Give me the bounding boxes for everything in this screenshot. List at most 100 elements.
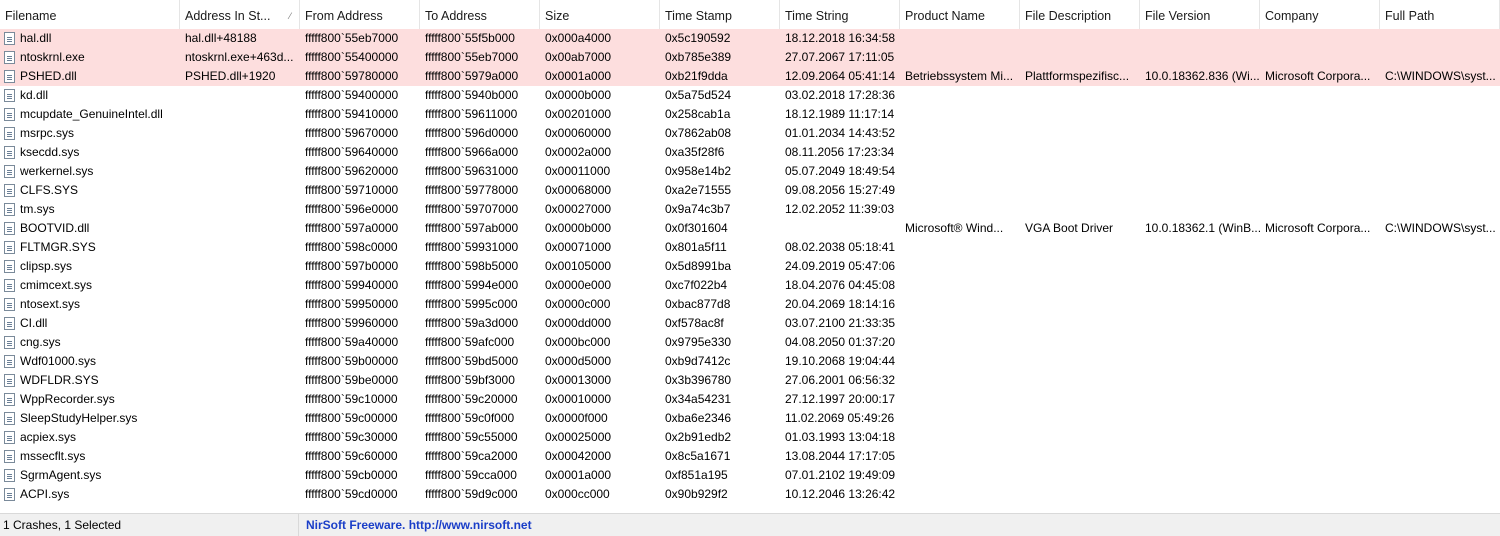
cell-product-name: [900, 409, 1020, 428]
cell-address-in-stack: hal.dll+48188: [185, 31, 257, 45]
cell-file-version: 10.0.18362.836 (Wi...: [1145, 69, 1260, 83]
cell-time-string: 04.08.2050 01:37:20: [785, 335, 896, 349]
cell-to-address: fffff800`5966a000: [425, 145, 519, 159]
filename-text: Wdf01000.sys: [20, 354, 97, 368]
table-row[interactable]: clipsp.sys fffff800`597b0000 fffff800`598b…: [0, 257, 1500, 276]
filename-text: PSHED.dll: [20, 69, 77, 83]
cell-company: [1260, 181, 1380, 200]
cell-product-name: [900, 86, 1020, 105]
table-row[interactable]: SgrmAgent.sys fffff800`59cb0000 fffff800`5…: [0, 466, 1500, 485]
cell-to-address: fffff800`5940b000: [425, 88, 519, 102]
cell-to-address: fffff800`59631000: [425, 164, 519, 178]
table-row[interactable]: PSHED.dll PSHED.dll+1920 fffff800`59780000…: [0, 67, 1500, 86]
column-header-product-name[interactable]: Product Name: [900, 0, 1020, 30]
cell-product-name: [900, 29, 1020, 48]
column-header-size[interactable]: Size: [540, 0, 660, 30]
cell-from-address: fffff800`59400000: [305, 88, 399, 102]
table-row[interactable]: cmimcext.sys fffff800`59940000 fffff800`59…: [0, 276, 1500, 295]
table-row[interactable]: tm.sys fffff800`596e0000 fffff800`59707000…: [0, 200, 1500, 219]
table-row[interactable]: mcupdate_GenuineIntel.dll fffff800`594100…: [0, 105, 1500, 124]
table-row[interactable]: msrpc.sys fffff800`59670000 fffff800`596d0…: [0, 124, 1500, 143]
table-row[interactable]: WDFLDR.SYS fffff800`59be0000 fffff800`59bf…: [0, 371, 1500, 390]
cell-time-stamp: 0x7862ab08: [665, 126, 732, 140]
cell-product-name: [900, 105, 1020, 124]
table-row[interactable]: mssecflt.sys fffff800`59c60000 fffff800`59…: [0, 447, 1500, 466]
module-list-view[interactable]: Filename Address In St... ⁄ From Address …: [0, 0, 1500, 510]
table-row[interactable]: werkernel.sys fffff800`59620000 fffff800`5…: [0, 162, 1500, 181]
table-row[interactable]: kd.dll fffff800`59400000 fffff800`5940b000…: [0, 86, 1500, 105]
cell-from-address: fffff800`59be0000: [305, 373, 399, 387]
cell-file-description: [1020, 390, 1140, 409]
cell-file-version: [1140, 143, 1260, 162]
table-row[interactable]: cng.sys fffff800`59a40000 fffff800`59afc00…: [0, 333, 1500, 352]
column-header-time-stamp[interactable]: Time Stamp: [660, 0, 780, 30]
cell-size: 0x00011000: [545, 164, 611, 178]
table-row[interactable]: FLTMGR.SYS fffff800`598c0000 fffff800`5993…: [0, 238, 1500, 257]
column-header-file-description[interactable]: File Description: [1020, 0, 1140, 30]
cell-full-path: [1380, 105, 1500, 124]
column-header-company[interactable]: Company: [1260, 0, 1380, 30]
column-header-from-address[interactable]: From Address: [300, 0, 420, 30]
filename-text: mcupdate_GenuineIntel.dll: [20, 107, 163, 121]
cell-filename: clipsp.sys: [0, 257, 180, 276]
file-icon: [4, 412, 15, 425]
cell-time-string: 11.02.2069 05:49:26: [785, 411, 895, 425]
column-header-filename[interactable]: Filename: [0, 0, 180, 30]
table-row[interactable]: ACPI.sys fffff800`59cd0000 fffff800`59d9c0…: [0, 485, 1500, 504]
table-row[interactable]: ntosext.sys fffff800`59950000 fffff800`599…: [0, 295, 1500, 314]
cell-file-version: [1140, 200, 1260, 219]
filename-text: ksecdd.sys: [20, 145, 80, 159]
cell-product-name: [900, 447, 1020, 466]
column-header-address-in-stack[interactable]: Address In St... ⁄: [180, 0, 300, 30]
cell-to-address: fffff800`59d9c000: [425, 487, 518, 501]
cell-file-version: [1140, 466, 1260, 485]
cell-time-string: 18.04.2076 04:45:08: [785, 278, 896, 292]
nirsoft-link[interactable]: NirSoft Freeware. http://www.nirsoft.net: [299, 514, 899, 536]
table-row[interactable]: ntoskrnl.exe ntoskrnl.exe+463d... fffff800…: [0, 48, 1500, 67]
table-row[interactable]: CLFS.SYS fffff800`59710000 fffff800`597780…: [0, 181, 1500, 200]
column-header-to-address[interactable]: To Address: [420, 0, 540, 30]
table-row[interactable]: WppRecorder.sys fffff800`59c10000 fffff800…: [0, 390, 1500, 409]
cell-address-in-stack: [180, 333, 300, 352]
column-header-file-version[interactable]: File Version: [1140, 0, 1260, 30]
cell-address-in-stack: [180, 181, 300, 200]
cell-from-address: fffff800`598c0000: [305, 240, 398, 254]
cell-time-string: 08.02.2038 05:18:41: [785, 240, 896, 254]
table-row[interactable]: SleepStudyHelper.sys fffff800`59c00000 fff…: [0, 409, 1500, 428]
cell-full-path: [1380, 257, 1500, 276]
cell-time-string: 19.10.2068 19:04:44: [785, 354, 896, 368]
cell-address-in-stack: [180, 295, 300, 314]
cell-from-address: fffff800`596e0000: [305, 202, 399, 216]
cell-size: 0x00068000: [545, 183, 612, 197]
cell-file-version: [1140, 428, 1260, 447]
column-header-full-path[interactable]: Full Path: [1380, 0, 1500, 30]
file-icon: [4, 51, 15, 64]
cell-from-address: fffff800`597a0000: [305, 221, 399, 235]
filename-text: CLFS.SYS: [20, 183, 79, 197]
cell-company: [1260, 124, 1380, 143]
cell-file-version: [1140, 276, 1260, 295]
cell-company: Microsoft Corpora...: [1265, 69, 1371, 83]
table-row[interactable]: ksecdd.sys fffff800`59640000 fffff800`5966…: [0, 143, 1500, 162]
cell-company: [1260, 371, 1380, 390]
cell-address-in-stack: [180, 409, 300, 428]
table-row[interactable]: acpiex.sys fffff800`59c30000 fffff800`59c5…: [0, 428, 1500, 447]
cell-product-name: [900, 390, 1020, 409]
table-row[interactable]: Wdf01000.sys fffff800`59b00000 fffff800`59…: [0, 352, 1500, 371]
cell-size: 0x0000b000: [545, 221, 612, 235]
table-row[interactable]: BOOTVID.dll fffff800`597a0000 fffff800`597…: [0, 219, 1500, 238]
cell-file-version: [1140, 352, 1260, 371]
file-icon: [4, 260, 15, 273]
table-row[interactable]: hal.dll hal.dll+48188 fffff800`55eb7000 fff…: [0, 29, 1500, 48]
cell-company: [1260, 105, 1380, 124]
cell-to-address: fffff800`59707000: [425, 202, 519, 216]
cell-company: [1260, 238, 1380, 257]
file-icon: [4, 336, 15, 349]
cell-time-string: 24.09.2019 05:47:06: [785, 259, 896, 273]
cell-to-address: fffff800`59a3d000: [425, 316, 519, 330]
table-row[interactable]: CI.dll fffff800`59960000 fffff800`59a3d000…: [0, 314, 1500, 333]
cell-filename: tm.sys: [0, 200, 180, 219]
column-header-time-string[interactable]: Time String: [780, 0, 900, 30]
filename-text: SleepStudyHelper.sys: [20, 411, 138, 425]
cell-to-address: fffff800`596d0000: [425, 126, 519, 140]
